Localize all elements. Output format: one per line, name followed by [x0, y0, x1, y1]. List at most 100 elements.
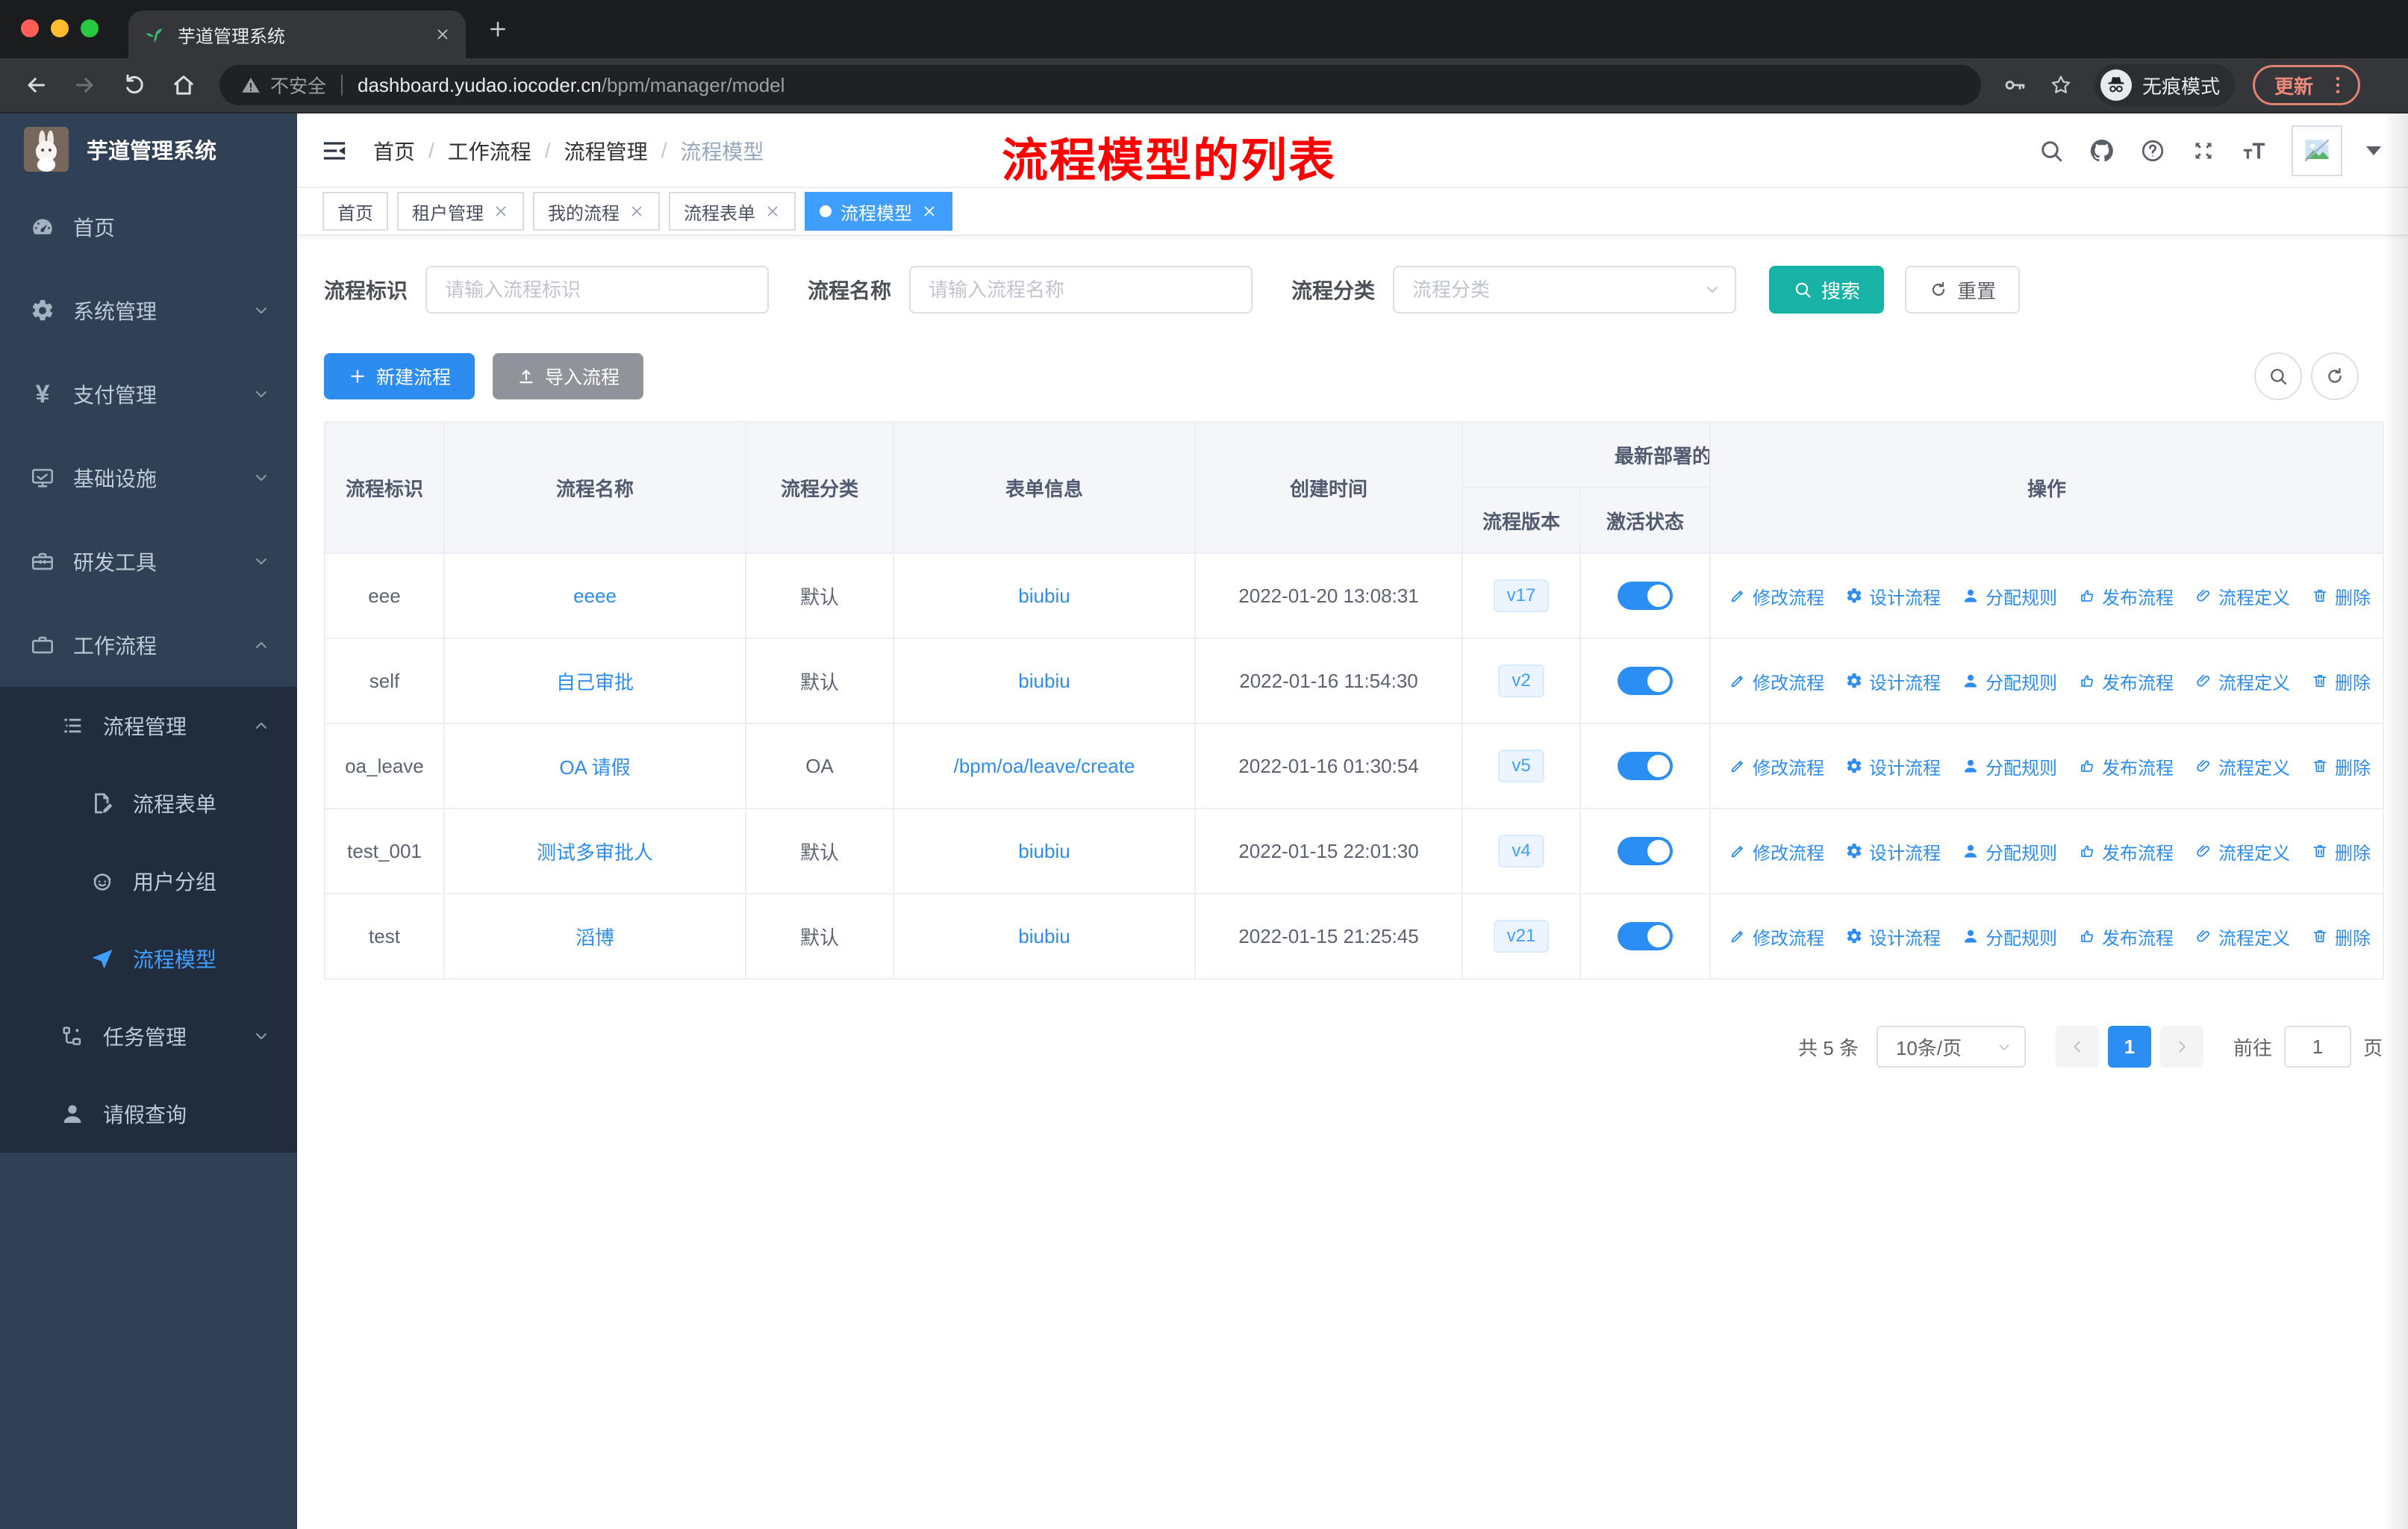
bookmark-star-icon[interactable]: [2048, 72, 2074, 98]
design-action-link[interactable]: 设计流程: [1845, 583, 1941, 609]
search-icon[interactable]: [2038, 137, 2065, 164]
form-info-link[interactable]: biubiu: [1018, 925, 1070, 947]
define-action-link[interactable]: 流程定义: [2195, 668, 2290, 694]
sidebar-fold-icon[interactable]: [319, 136, 349, 166]
reset-button[interactable]: 重置: [1905, 266, 2021, 314]
refresh-table-button[interactable]: [2311, 352, 2359, 400]
publish-action-link[interactable]: 发布流程: [2078, 924, 2174, 950]
tag-close-icon[interactable]: [921, 203, 938, 219]
assign-action-link[interactable]: 分配规则: [1962, 583, 2057, 609]
forward-icon[interactable]: [72, 72, 99, 99]
active-toggle[interactable]: [1618, 752, 1673, 780]
view-tag-process-form[interactable]: 流程表单: [669, 192, 796, 231]
define-action-link[interactable]: 流程定义: [2195, 924, 2290, 950]
view-tag-process-model[interactable]: 流程模型: [805, 192, 952, 231]
publish-action-link[interactable]: 发布流程: [2078, 583, 2174, 609]
next-page-button[interactable]: [2159, 1026, 2203, 1068]
design-action-link[interactable]: 设计流程: [1845, 753, 1941, 779]
publish-action-link[interactable]: 发布流程: [2078, 753, 2174, 779]
delete-action-link[interactable]: 删除: [2311, 753, 2371, 779]
chevron-down-icon[interactable]: [2366, 146, 2381, 155]
publish-action-link[interactable]: 发布流程: [2078, 668, 2174, 694]
zoom-window-button[interactable]: [81, 19, 99, 37]
toggle-search-button[interactable]: [2254, 352, 2302, 400]
tag-close-icon[interactable]: [628, 203, 645, 219]
design-action-link[interactable]: 设计流程: [1845, 668, 1941, 694]
modify-action-link[interactable]: 修改流程: [1729, 668, 1824, 694]
avatar[interactable]: [2292, 125, 2342, 176]
define-action-link[interactable]: 流程定义: [2195, 838, 2290, 865]
sidebar-item-workflow[interactable]: 工作流程: [0, 603, 297, 687]
form-info-link[interactable]: biubiu: [1018, 585, 1070, 607]
delete-action-link[interactable]: 删除: [2311, 668, 2371, 694]
sidebar-item-infra[interactable]: 基础设施: [0, 436, 297, 520]
assign-action-link[interactable]: 分配规则: [1962, 924, 2057, 950]
form-info-link[interactable]: biubiu: [1018, 840, 1070, 862]
process-name-link[interactable]: eeee: [573, 585, 617, 607]
process-name-link[interactable]: OA 请假: [559, 756, 630, 779]
process-key-input[interactable]: [425, 266, 770, 314]
password-key-icon[interactable]: [2002, 72, 2027, 98]
delete-action-link[interactable]: 删除: [2311, 583, 2371, 609]
breadcrumb-item[interactable]: 流程管理: [564, 136, 648, 166]
view-tag-home[interactable]: 首页: [322, 192, 388, 231]
import-process-button[interactable]: 导入流程: [493, 353, 644, 399]
sidebar-item-home[interactable]: 首页: [0, 185, 297, 269]
sidebar-item-pay[interactable]: ¥ 支付管理: [0, 352, 297, 436]
process-category-select[interactable]: [1393, 266, 1737, 314]
modify-action-link[interactable]: 修改流程: [1729, 753, 1824, 779]
process-name-link[interactable]: 自己审批: [556, 671, 634, 694]
form-info-link[interactable]: /bpm/oa/leave/create: [954, 755, 1135, 777]
breadcrumb-item[interactable]: 工作流程: [448, 136, 531, 166]
define-action-link[interactable]: 流程定义: [2195, 583, 2290, 609]
active-toggle[interactable]: [1618, 582, 1673, 610]
close-window-button[interactable]: [21, 19, 39, 37]
form-info-link[interactable]: biubiu: [1018, 670, 1070, 692]
new-tab-button[interactable]: [487, 18, 509, 40]
browser-menu-dots-icon[interactable]: [2327, 74, 2349, 96]
reload-icon[interactable]: [121, 72, 148, 99]
minimize-window-button[interactable]: [51, 19, 69, 37]
sidebar-item-dev-tools[interactable]: 研发工具: [0, 520, 297, 603]
sidebar-item-task-mgmt[interactable]: 任务管理: [0, 997, 297, 1075]
sidebar-item-system[interactable]: 系统管理: [0, 269, 297, 352]
scrollbar-gutter[interactable]: [2387, 113, 2408, 1529]
github-icon[interactable]: [2089, 137, 2115, 164]
design-action-link[interactable]: 设计流程: [1845, 924, 1941, 950]
view-tag-my-process[interactable]: 我的流程: [533, 192, 660, 231]
define-action-link[interactable]: 流程定义: [2195, 753, 2290, 779]
delete-action-link[interactable]: 删除: [2311, 838, 2371, 865]
process-name-link[interactable]: 滔博: [576, 927, 614, 949]
goto-page-input[interactable]: [2283, 1026, 2351, 1068]
assign-action-link[interactable]: 分配规则: [1962, 668, 2057, 694]
tag-close-icon[interactable]: [493, 203, 509, 219]
tab-close-icon[interactable]: [434, 26, 451, 43]
active-toggle[interactable]: [1618, 667, 1673, 695]
home-icon[interactable]: [170, 72, 197, 99]
delete-action-link[interactable]: 删除: [2311, 924, 2371, 950]
sidebar-item-process-mgmt[interactable]: 流程管理: [0, 687, 297, 764]
page-size-select[interactable]: 10条/页: [1876, 1026, 2026, 1068]
breadcrumb-item[interactable]: 首页: [373, 136, 415, 166]
design-action-link[interactable]: 设计流程: [1845, 838, 1941, 865]
current-page-button[interactable]: 1: [2107, 1026, 2151, 1068]
process-name-link[interactable]: 测试多审批人: [537, 841, 653, 864]
modify-action-link[interactable]: 修改流程: [1729, 583, 1824, 609]
address-bar[interactable]: 不安全 dashboard.yudao.iocoder.cn/bpm/manag…: [219, 65, 1981, 105]
process-name-input[interactable]: [909, 266, 1253, 314]
active-toggle[interactable]: [1618, 837, 1673, 865]
sidebar-item-user-group[interactable]: 用户分组: [0, 842, 297, 920]
fullscreen-icon[interactable]: [2190, 137, 2217, 164]
publish-action-link[interactable]: 发布流程: [2078, 838, 2174, 865]
font-size-icon[interactable]: [2241, 137, 2268, 164]
prev-page-button[interactable]: [2055, 1026, 2099, 1068]
sidebar-item-process-model[interactable]: 流程模型: [0, 920, 297, 997]
assign-action-link[interactable]: 分配规则: [1962, 753, 2057, 779]
sidebar-item-leave-query[interactable]: 请假查询: [0, 1075, 297, 1153]
search-button[interactable]: 搜索: [1769, 266, 1885, 314]
create-process-button[interactable]: 新建流程: [324, 353, 475, 399]
view-tag-tenant[interactable]: 租户管理: [397, 192, 524, 231]
active-toggle[interactable]: [1618, 922, 1673, 950]
sidebar-item-process-form[interactable]: 流程表单: [0, 764, 297, 842]
browser-tab[interactable]: 芋道管理系统: [128, 10, 466, 58]
